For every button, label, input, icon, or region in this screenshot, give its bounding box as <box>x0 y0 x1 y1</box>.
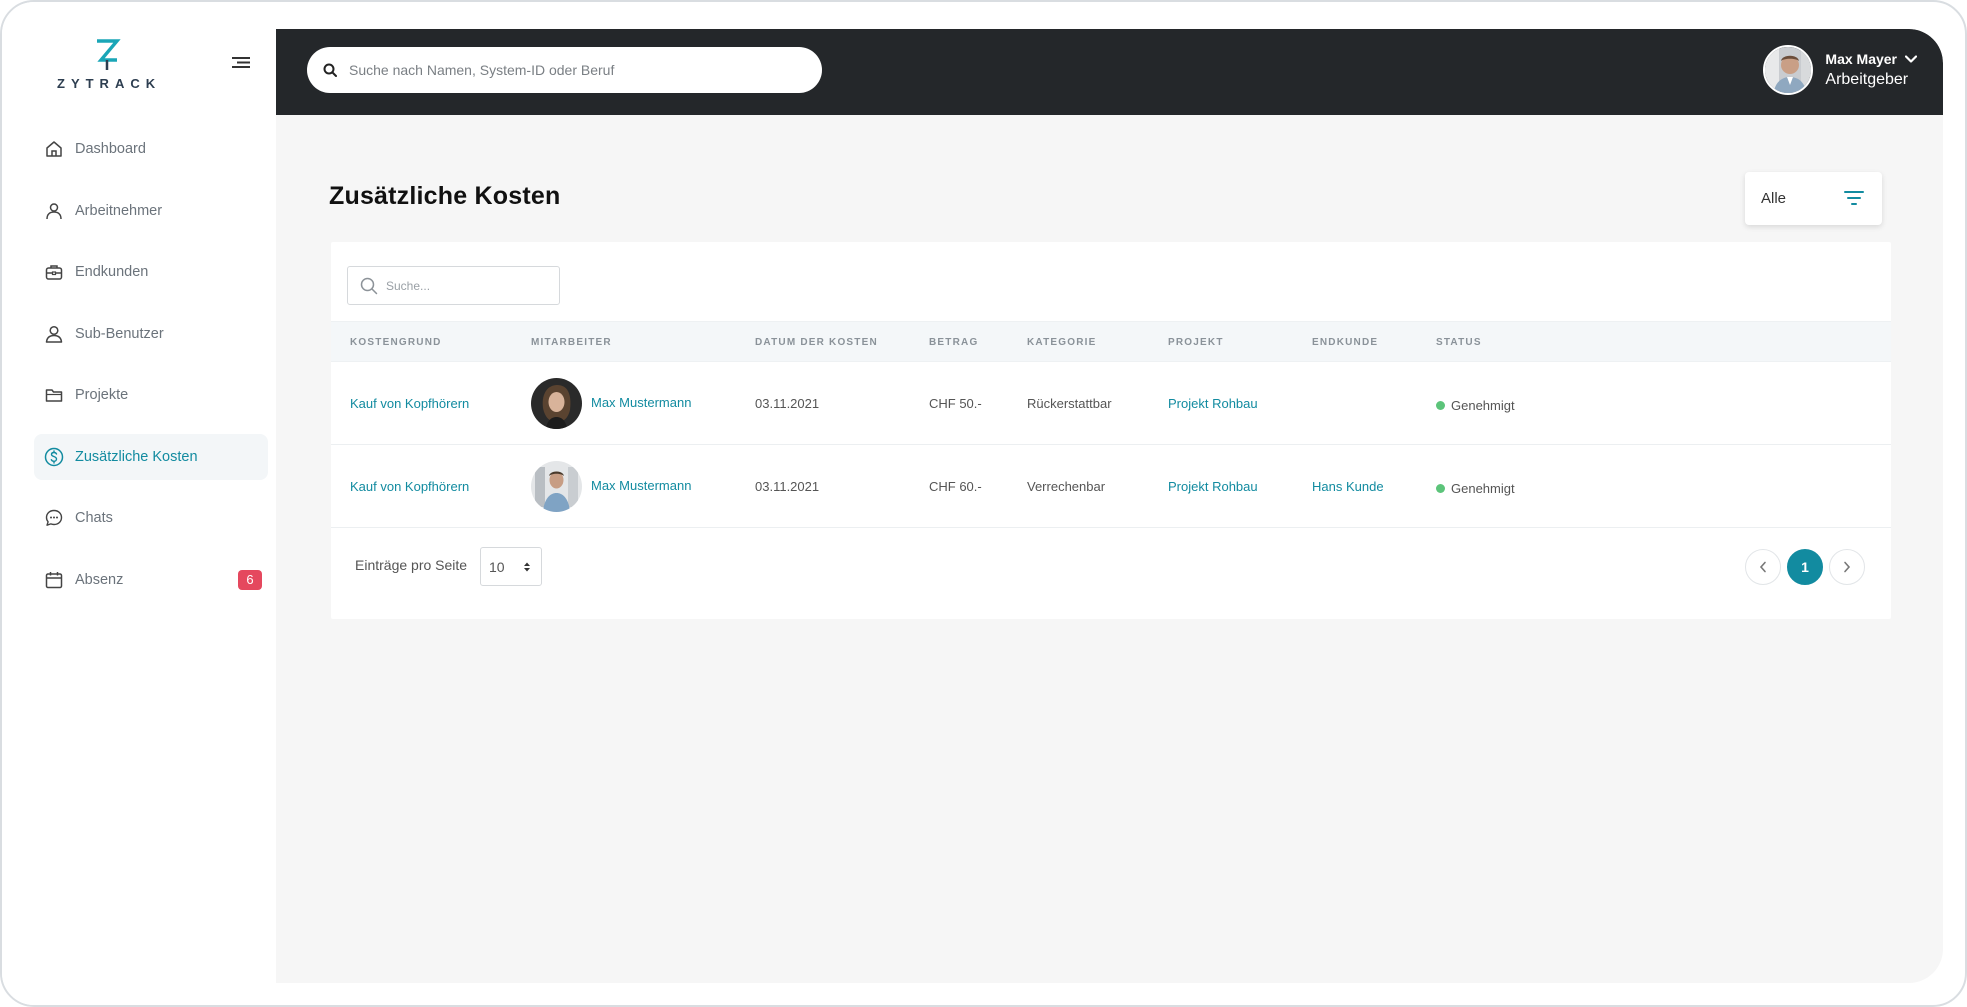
employee-name-link[interactable]: Max Mustermann <box>591 395 691 410</box>
select-arrows-icon <box>524 562 530 572</box>
user-name: Max Mayer <box>1825 51 1897 67</box>
filter-label: Alle <box>1761 190 1787 207</box>
table-search-input[interactable] <box>386 278 546 293</box>
sidebar-item-label: Arbeitnehmer <box>75 202 163 219</box>
user-icon <box>44 201 64 221</box>
project-link[interactable]: Projekt Rohbau <box>1168 396 1258 411</box>
cost-category: Rückerstattbar <box>1027 396 1112 411</box>
column-header-projekt[interactable]: PROJEKT <box>1168 337 1224 348</box>
notification-badge: 6 <box>238 569 262 590</box>
status-badge: Genehmigt <box>1436 398 1515 413</box>
sidebar-nav: Dashboard Arbeitnehmer Endkunden Sub-Ben… <box>34 126 268 618</box>
table-row[interactable]: Kauf von Kopfhörern Max Mustermann 03.11… <box>331 362 1891 445</box>
table-search-box[interactable] <box>347 266 560 305</box>
global-search-input[interactable] <box>349 62 789 78</box>
table-header: KOSTENGRUND MITARBEITER DATUM DER KOSTEN… <box>331 321 1891 362</box>
sidebar-item-label: Absenz <box>75 571 124 588</box>
sidebar-item-label: Dashboard <box>75 141 146 157</box>
cost-reason-link[interactable]: Kauf von Kopfhörern <box>350 479 469 494</box>
main-area: Max Mayer Arbeitgeber Zusätzliche Kosten… <box>276 29 1943 983</box>
folder-icon <box>44 385 64 405</box>
chevron-down-icon[interactable] <box>1905 55 1917 63</box>
user-name-row: Max Mayer <box>1825 51 1917 67</box>
sidebar-item-sub-benutzer[interactable]: Sub-Benutzer <box>34 311 268 357</box>
sidebar-item-label: Zusätzliche Kosten <box>75 448 198 465</box>
cost-date: 03.11.2021 <box>755 396 820 411</box>
status-dot-icon <box>1436 401 1445 410</box>
sidebar-item-zusaetzliche-kosten[interactable]: Zusätzliche Kosten <box>34 433 268 480</box>
search-icon <box>323 63 337 77</box>
column-header-kategorie[interactable]: KATEGORIE <box>1027 337 1097 348</box>
chevron-left-icon <box>1759 561 1766 573</box>
cost-reason-link[interactable]: Kauf von Kopfhörern <box>350 396 469 411</box>
column-header-betrag[interactable]: BETRAG <box>929 337 978 348</box>
per-page-value: 10 <box>489 558 505 575</box>
table-footer: Einträge pro Seite 10 1 <box>331 529 1891 609</box>
calendar-icon <box>44 570 64 590</box>
app-window: ZYTRACK Dashboard Arbeitnehmer Endkunden… <box>0 0 1967 1007</box>
sidebar-item-projekte[interactable]: Projekte <box>34 372 268 418</box>
sidebar-item-chats[interactable]: Chats <box>34 495 268 541</box>
avatar[interactable] <box>1763 45 1814 95</box>
customer-link[interactable]: Hans Kunde <box>1312 479 1384 494</box>
sidebar-item-arbeitnehmer[interactable]: Arbeitnehmer <box>34 188 268 234</box>
cost-date: 03.11.2021 <box>755 479 820 494</box>
filter-icon <box>1844 191 1864 205</box>
sidebar-item-label: Sub-Benutzer <box>75 325 164 342</box>
pagination: 1 <box>1745 549 1865 585</box>
sidebar-item-dashboard[interactable]: Dashboard <box>34 126 268 172</box>
global-search-box[interactable] <box>307 47 822 93</box>
top-bar: Max Mayer Arbeitgeber <box>276 29 1943 115</box>
column-header-mitarbeiter[interactable]: MITARBEITER <box>531 337 612 348</box>
dollar-circle-icon <box>44 447 64 467</box>
user-info: Max Mayer Arbeitgeber <box>1825 51 1917 89</box>
employee-name-link[interactable]: Max Mustermann <box>591 478 691 493</box>
column-header-endkunde[interactable]: ENDKUNDE <box>1312 337 1378 348</box>
filter-dropdown[interactable]: Alle <box>1745 172 1882 225</box>
costs-table-card: KOSTENGRUND MITARBEITER DATUM DER KOSTEN… <box>331 242 1891 619</box>
table-row[interactable]: Kauf von Kopfhörern Max Mustermann 03.11… <box>331 445 1891 528</box>
page-button-current[interactable]: 1 <box>1787 549 1823 585</box>
page-title: Zusätzliche Kosten <box>329 182 561 210</box>
user-outline-icon <box>44 324 64 344</box>
user-role: Arbeitgeber <box>1825 71 1909 88</box>
chevron-right-icon <box>1844 561 1851 573</box>
menu-toggle-icon[interactable] <box>232 56 252 72</box>
sidebar-item-label: Endkunden <box>75 264 149 280</box>
status-badge: Genehmigt <box>1436 481 1515 496</box>
search-icon <box>360 277 378 294</box>
logo-mark-icon <box>97 39 121 70</box>
cost-category: Verrechenbar <box>1027 479 1106 494</box>
home-icon <box>44 139 64 159</box>
column-header-kostengrund[interactable]: KOSTENGRUND <box>350 337 442 348</box>
cost-amount: CHF 60.- <box>929 479 982 494</box>
column-header-status[interactable]: STATUS <box>1436 337 1482 348</box>
sidebar-item-endkunden[interactable]: Endkunden <box>34 249 268 295</box>
status-dot-icon <box>1436 484 1445 493</box>
per-page-select[interactable]: 10 <box>480 547 542 586</box>
sidebar-item-label: Projekte <box>75 387 129 403</box>
sidebar-item-absenz[interactable]: Absenz 6 <box>34 557 268 603</box>
next-page-button[interactable] <box>1829 549 1865 585</box>
user-menu[interactable]: Max Mayer Arbeitgeber <box>1763 44 1917 96</box>
sidebar: ZYTRACK Dashboard Arbeitnehmer Endkunden… <box>2 2 276 1005</box>
status-label: Genehmigt <box>1451 481 1515 496</box>
briefcase-icon <box>44 262 64 282</box>
chat-icon <box>44 508 64 528</box>
status-label: Genehmigt <box>1451 398 1515 413</box>
logo[interactable]: ZYTRACK <box>57 38 162 92</box>
column-header-datum[interactable]: DATUM DER KOSTEN <box>755 337 878 348</box>
prev-page-button[interactable] <box>1745 549 1781 585</box>
per-page-label: Einträge pro Seite <box>355 557 468 573</box>
project-link[interactable]: Projekt Rohbau <box>1168 479 1258 494</box>
employee-avatar[interactable] <box>531 461 582 512</box>
employee-avatar[interactable] <box>531 378 582 429</box>
cost-amount: CHF 50.- <box>929 396 982 411</box>
sidebar-item-label: Chats <box>75 510 113 526</box>
brand-name: ZYTRACK <box>57 76 162 91</box>
